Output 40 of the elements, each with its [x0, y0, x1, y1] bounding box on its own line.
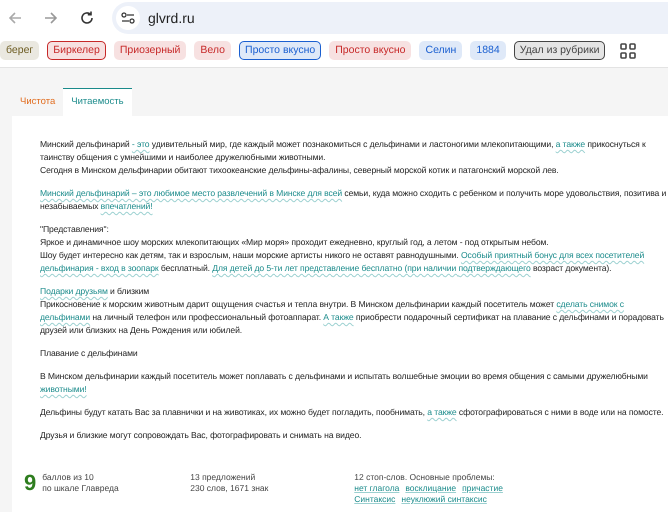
- url-text: glvrd.ru: [148, 8, 195, 28]
- word-count: 230 слов, 1671 знак: [190, 483, 270, 494]
- score-label: баллов из 10: [42, 472, 95, 483]
- forward-icon[interactable]: [43, 10, 59, 26]
- bookmark-chip[interactable]: Биркелер: [47, 41, 106, 60]
- bookmark-chip[interactable]: Селин: [419, 41, 462, 60]
- text-line: "Представления":: [40, 223, 110, 236]
- text-line: Плавание с дельфинами: [40, 347, 139, 360]
- bookmark-chip[interactable]: Приозерный: [114, 41, 186, 60]
- text-line: Яркое и динамичное шоу морских млекопитающих «Мир моря» проходит ежедневно, круглый год, а летом - под открытым небом.: [40, 236, 550, 249]
- score-value: 9: [24, 472, 36, 497]
- bookmark-chip[interactable]: Просто вкусно: [239, 41, 322, 60]
- problem-link[interactable]: причастие: [462, 483, 503, 493]
- problem-link[interactable]: неуклюжий синтаксис: [401, 494, 487, 504]
- tab[interactable]: Читаемость: [63, 88, 132, 116]
- text-line: Сегодня в Минском дельфинарии обитают тихоокеанские дельфины-афалины, северный морской котик и патагонский морской лев.: [40, 164, 560, 177]
- tab[interactable]: Чистота: [12, 88, 64, 116]
- bookmark-chip[interactable]: берег: [0, 41, 40, 60]
- apps-grid-icon[interactable]: [619, 42, 638, 60]
- text-line: Шоу будет интересно как детям, так и взрослым, наши морские артисты никого не оставят равнодушными. Особый приятный бонус для всех посетителей дельфинария - вход в зоопарк бесплатный. Для детей до 5-ти лет представление бесплатно (при наличии подтверждающего возраст документа).: [40, 249, 646, 275]
- bookmark-chip[interactable]: 1884: [470, 41, 506, 60]
- address-bar[interactable]: glvrd.ru: [112, 2, 668, 34]
- text-line: В Минском дельфинарии каждый посетитель может поплавать с дельфинами и испытать волшебные эмоции во время общения с самыми дружелюбными животными!: [40, 370, 649, 396]
- site-settings-icon[interactable]: [116, 6, 140, 30]
- problem-link[interactable]: восклицание: [405, 483, 456, 493]
- text-line: Прикосновение к морским животным дарит ощущения счастья и тепла внутри. В Минском дельфинарии каждый посетитель может сделать снимок с дельфинами на личный телефон или профессиональный фотоаппарат. А также приобрести подарочный сертификат на плавание с дельфинами и порадовать друзей или близких на День Рождения или юбилей.: [40, 298, 665, 337]
- bookmark-chip[interactable]: Удал из рубрики: [514, 41, 606, 60]
- reload-icon[interactable]: [79, 10, 95, 26]
- problem-link[interactable]: нет глагола: [354, 483, 400, 493]
- bookmark-chip[interactable]: Просто вкусно: [329, 41, 412, 60]
- text-line: Дельфины будут катать Вас за плавнички и на животиках, их можно будет погладить, пообнимать, а также сфотографироваться с ними в воде или на помосте.: [40, 406, 664, 419]
- problem-link[interactable]: Синтаксис: [354, 494, 396, 504]
- score-scale: по шкале Главреда: [42, 483, 120, 494]
- text-line: Минский дельфинарий - это удивительный мир, где каждый может познакомиться с дельфинами и ластоногими млекопитающими, а также прикоснуться к таинству общения с умнейшими и наиболее дружелюбными животными.: [40, 138, 647, 164]
- problems-label: 12 стоп-слов. Основные проблемы:: [354, 472, 495, 482]
- bookmark-chip[interactable]: Вело: [194, 41, 232, 60]
- text-line: Друзья и близкие могут сопровождать Вас, фотографировать и снимать на видео.: [40, 429, 362, 442]
- sentence-count: 13 предложений: [190, 472, 256, 483]
- text-line: Подарки друзьям и близким: [40, 285, 150, 298]
- text-line: Минский дельфинарий – это любимое место развлечений в Минске для всей семьи, куда можно сходить с ребенком и получить море удовольствия, позитива и незабываемых впечатлений!: [40, 187, 668, 213]
